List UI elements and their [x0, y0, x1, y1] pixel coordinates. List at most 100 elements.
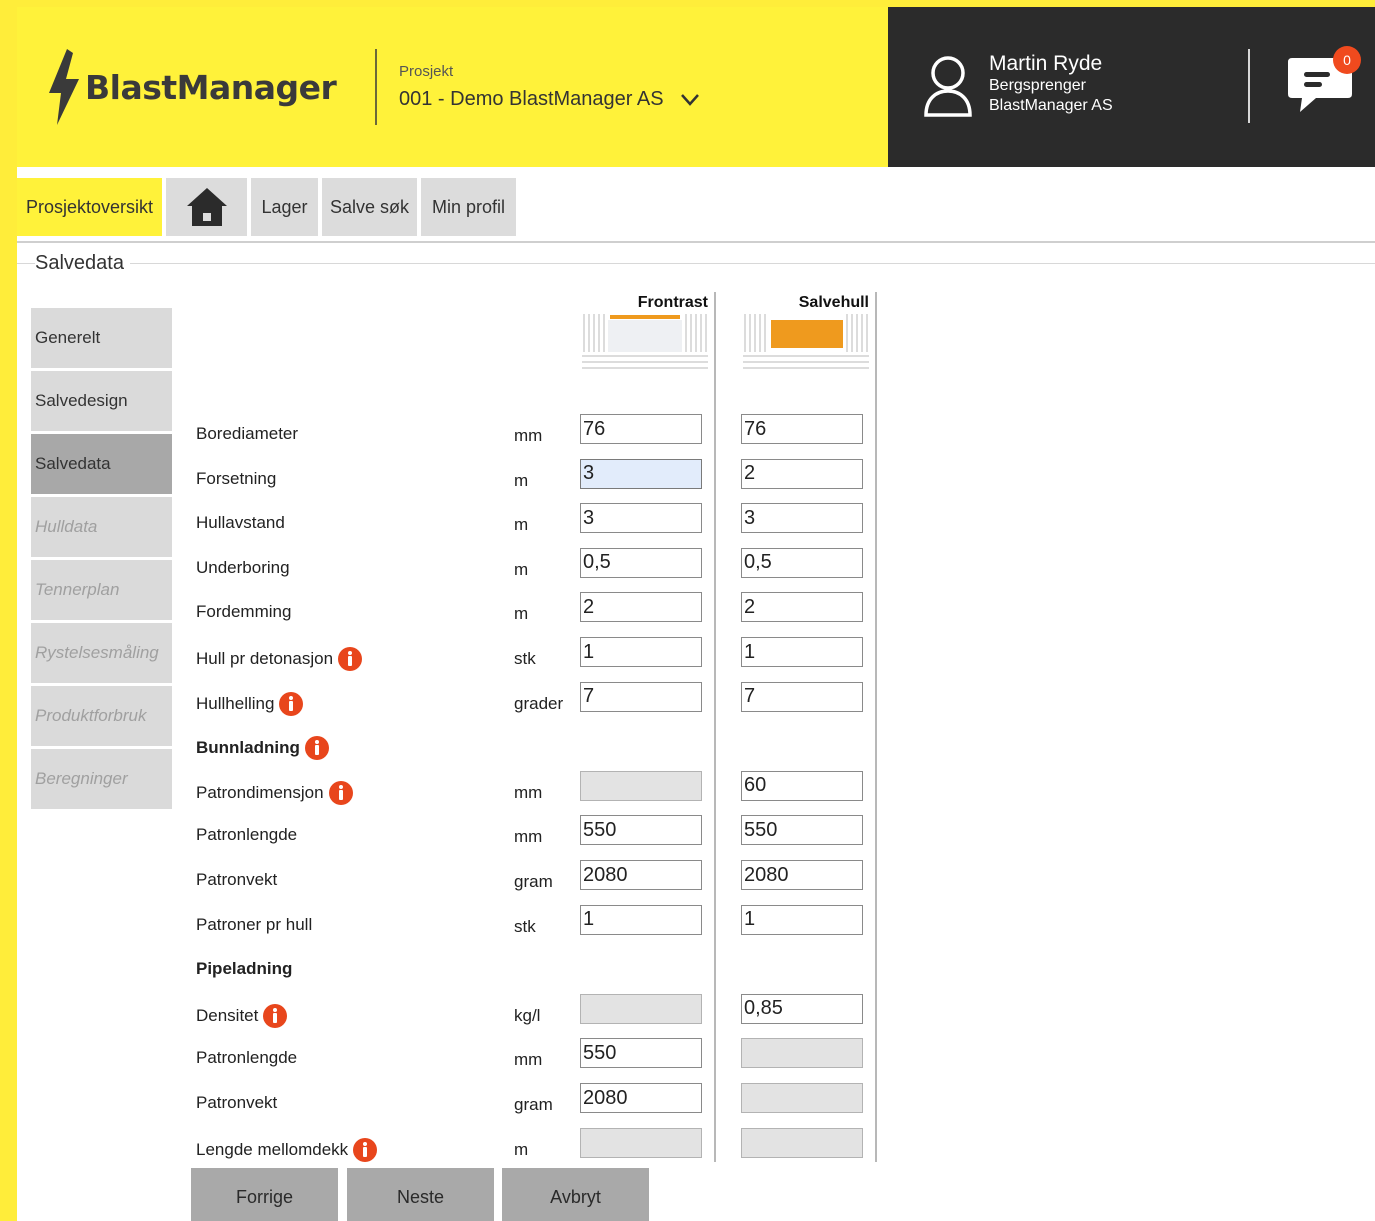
info-icon[interactable] [279, 691, 304, 716]
salvehull-input[interactable] [741, 503, 863, 534]
frontrast-input[interactable] [580, 815, 702, 846]
nav-lager[interactable]: Lager [251, 178, 318, 236]
info-icon[interactable] [304, 736, 329, 761]
field-label-text: Hull pr detonasjon [196, 649, 334, 668]
nav-divider [17, 241, 1375, 243]
salvehull-input[interactable] [741, 592, 863, 623]
header-divider-right [1248, 49, 1250, 123]
field-label-text: Lengde mellomdekk [196, 1139, 349, 1159]
user-avatar-icon[interactable] [922, 53, 974, 117]
field-label: Patronlengde [196, 825, 297, 845]
field-label-text: Patronlengde [196, 1048, 298, 1068]
column-header-salvehull: Salvehull [798, 294, 869, 311]
project-selector: Prosjekt 001 - Demo BlastManager AS [399, 63, 700, 111]
field-label-text: Hullavstand [196, 513, 285, 533]
frontrast-input[interactable] [580, 503, 702, 534]
field-label: Patrondimensjon [196, 780, 353, 805]
frontrast-input[interactable] [580, 547, 702, 578]
field-label: Hullhelling [196, 691, 304, 716]
nav-min-profil[interactable]: Min profil [421, 178, 516, 236]
salvehull-input[interactable] [741, 993, 863, 1024]
salvehull-input[interactable] [741, 681, 863, 712]
frontrast-input[interactable] [580, 1038, 702, 1069]
field-unit: stk [514, 916, 536, 936]
project-dropdown[interactable]: 001 - Demo BlastManager AS [399, 88, 700, 111]
frontrast-input[interactable] [580, 414, 702, 444]
salvehull-diagram-icon [743, 314, 869, 369]
notification-badge: 0 [1333, 46, 1361, 74]
field-unit: m [514, 1139, 529, 1159]
salvehull-input[interactable] [741, 815, 863, 846]
salvehull-input[interactable] [741, 904, 863, 935]
field-label: Patronlengde [196, 1048, 297, 1068]
field-unit: stk [514, 649, 536, 668]
column-header-frontrast: Frontrast [637, 294, 708, 311]
info-icon[interactable] [338, 647, 363, 671]
frontrast-input[interactable] [580, 637, 702, 667]
nav-prosjektoversikt[interactable]: Prosjektoversikt [17, 178, 162, 236]
column-separator [714, 292, 716, 1162]
project-label: Prosjekt [399, 63, 454, 80]
logo[interactable]: BlastManager [43, 49, 337, 125]
info-icon[interactable] [353, 1137, 378, 1162]
chevron-down-icon [680, 93, 699, 106]
frontrast-input[interactable] [580, 592, 702, 623]
header: BlastManager Prosjekt 001 - Demo BlastMa… [17, 7, 1375, 167]
step-produktforbruk: Produktforbruk [31, 686, 172, 746]
step-salvedata[interactable]: Salvedata [31, 434, 172, 494]
header-user-area: Martin Ryde Bergsprenger BlastManager AS… [888, 7, 1375, 167]
field-label: Patronvekt [196, 1093, 277, 1113]
frontrast-input [580, 770, 702, 801]
salvehull-input[interactable] [741, 458, 863, 489]
field-label-text: Densitet [196, 1005, 259, 1025]
field-label-text: Pipeladning [196, 959, 293, 979]
salvehull-input [741, 1038, 863, 1069]
frontrast-input[interactable] [580, 1083, 702, 1113]
home-icon [186, 188, 227, 226]
field-unit: mm [514, 1050, 543, 1070]
logo-text: BlastManager [85, 67, 337, 107]
main-nav: Prosjektoversikt Lager Salve søk Min pro… [17, 178, 520, 238]
frontrast-input[interactable] [580, 458, 702, 489]
step-sidebar: Generelt Salvedesign Salvedata Hulldata … [31, 308, 172, 812]
salvehull-input[interactable] [741, 637, 863, 667]
step-generelt[interactable]: Generelt [31, 308, 172, 368]
field-label-text: Patronlengde [196, 825, 298, 845]
field-unit: grader [514, 693, 564, 713]
salvehull-input[interactable] [741, 770, 863, 801]
nav-salve-sok[interactable]: Salve søk [322, 178, 417, 236]
field-unit: m [514, 604, 529, 624]
field-unit: m [514, 515, 529, 535]
field-label-text: Hullhelling [196, 693, 275, 713]
previous-button[interactable]: Forrige [191, 1168, 338, 1221]
cancel-button[interactable]: Avbryt [502, 1168, 649, 1221]
header-brand-area: BlastManager Prosjekt 001 - Demo BlastMa… [17, 7, 888, 167]
salvehull-input[interactable] [741, 547, 863, 578]
group-heading: Bunnladning [196, 736, 329, 761]
field-unit: kg/l [514, 1005, 541, 1025]
field-label: Hullavstand [196, 513, 285, 533]
field-label-text: Patrondimensjon [196, 782, 324, 802]
nav-home[interactable] [166, 178, 247, 236]
salvehull-input[interactable] [741, 414, 863, 444]
field-label: Forsetning [196, 469, 276, 489]
frontrast-input[interactable] [580, 681, 702, 712]
lightning-bolt-icon [49, 49, 79, 125]
frontrast-input[interactable] [580, 904, 702, 935]
column-separator [875, 292, 877, 1162]
salvehull-input[interactable] [741, 860, 863, 890]
field-label-text: Fordemming [196, 602, 292, 622]
field-label: Fordemming [196, 602, 291, 622]
frontrast-input[interactable] [580, 860, 702, 890]
info-icon[interactable] [263, 1003, 288, 1028]
field-unit: gram [514, 872, 553, 891]
field-label: Patroner pr hull [196, 915, 312, 935]
next-button[interactable]: Neste [347, 1168, 494, 1221]
info-icon[interactable] [328, 780, 353, 805]
salvehull-input [741, 1127, 863, 1158]
header-divider [375, 49, 377, 125]
field-unit: gram [514, 1095, 553, 1114]
field-label-text: Bunnladning [196, 738, 300, 758]
step-salvedesign[interactable]: Salvedesign [31, 371, 172, 431]
project-value: 001 - Demo BlastManager AS [399, 88, 664, 110]
